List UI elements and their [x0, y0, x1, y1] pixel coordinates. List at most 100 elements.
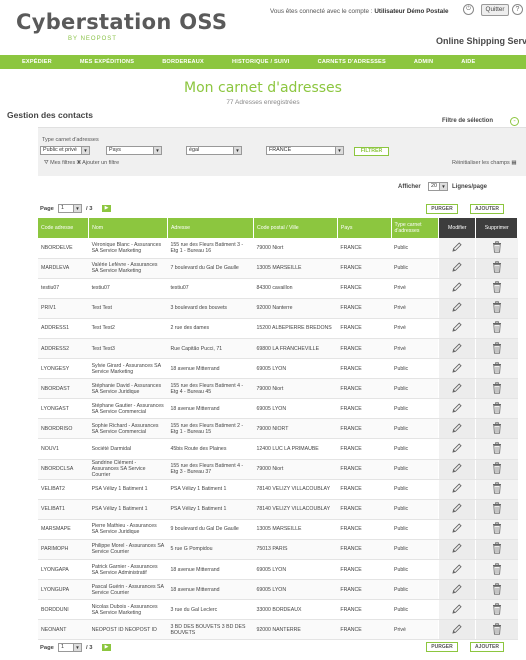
power-icon[interactable]: ⏻: [463, 4, 474, 15]
add-button-bottom[interactable]: AJOUTER: [470, 642, 504, 652]
purge-button-bottom[interactable]: PURGER: [426, 642, 458, 652]
next-page-icon[interactable]: ▶: [102, 644, 111, 651]
trash-icon[interactable]: [492, 321, 502, 334]
pencil-icon[interactable]: [451, 382, 463, 394]
trash-icon[interactable]: [492, 402, 502, 414]
table-row[interactable]: NBORDELVE Véronique Blanc - Assurances SA…: [38, 238, 518, 259]
quit-button[interactable]: Quitter: [481, 4, 509, 16]
table-row[interactable]: MARSMAPE Pierre Mathieu - Assurances SA S…: [38, 519, 518, 540]
pencil-icon[interactable]: [451, 422, 463, 434]
field-select[interactable]: Pays ▼: [106, 146, 162, 155]
pencil-icon[interactable]: [451, 583, 463, 595]
trash-icon[interactable]: [492, 562, 502, 575]
help-icon[interactable]: ?: [512, 4, 523, 15]
table-row[interactable]: ADDRESS1 Test Test2 2 rue des dames 15200 A…: [38, 318, 518, 339]
table-row[interactable]: testiu07 testiu07 testiu07 84300 cavaillon F…: [38, 278, 518, 299]
pencil-icon[interactable]: [451, 342, 463, 354]
col-header-code[interactable]: Code adresse: [38, 218, 90, 238]
cell-type: Public: [391, 519, 439, 540]
trash-icon[interactable]: [492, 301, 502, 313]
trash-icon[interactable]: [492, 582, 502, 595]
cell-code: VELIBAT1: [38, 499, 89, 520]
trash-icon[interactable]: [492, 482, 502, 494]
table-row[interactable]: LYONGAST Stéphane Gautier - Assurances SA…: [38, 398, 518, 420]
table-row[interactable]: LYONGUPA Pascal Guérin - Assurances SA Se…: [38, 579, 518, 601]
pencil-icon[interactable]: [451, 542, 463, 554]
delete-cell: [475, 298, 518, 319]
table-row[interactable]: MARDLEVA Valérie Lefèvre - Assurances SA …: [38, 258, 518, 279]
trash-icon[interactable]: [492, 522, 502, 534]
nav-admin[interactable]: ADMIN: [414, 59, 433, 65]
trash-icon[interactable]: [492, 462, 502, 474]
col-header-adresse[interactable]: Adresse: [167, 218, 254, 238]
logo[interactable]: Cyberstation OSS: [16, 10, 227, 34]
table-row[interactable]: NEONANT NEOPOST ID NEOPOST ID 3 BD DES BOU…: [38, 619, 518, 641]
trash-icon[interactable]: [492, 241, 502, 253]
reset-link[interactable]: Réinitialiser les champs ▦: [452, 160, 517, 166]
pencil-icon[interactable]: [451, 603, 463, 615]
table-row[interactable]: NBORDCLSA Sandrine Clément - Assurances S…: [38, 459, 518, 480]
operator-select[interactable]: égal ▼: [186, 146, 242, 155]
nav-bordereaux[interactable]: BORDEREAUX: [162, 59, 204, 65]
country-select[interactable]: FRANCE ▼: [266, 146, 344, 155]
cell-pays: FRANCE: [337, 418, 392, 440]
table-row[interactable]: VELIBAT2 PSA Vélizy 1 Batiment 1 PSA Véliz…: [38, 479, 518, 500]
pencil-icon[interactable]: [451, 522, 463, 534]
type-carnet-select[interactable]: Public et privé ▼: [40, 146, 90, 155]
trash-icon[interactable]: [492, 623, 502, 635]
trash-icon[interactable]: [492, 281, 502, 293]
table-row[interactable]: LYONGAPA Patrick Garnier - Assurances SA …: [38, 559, 518, 581]
nav-mes-expeditions[interactable]: MES EXPÉDITIONS: [80, 59, 134, 65]
trash-icon[interactable]: [492, 442, 502, 454]
table-row[interactable]: NBORDAST Stéphanie David - Assurances SA …: [38, 378, 518, 400]
table-row[interactable]: LYONGESY Sylvie Girard - Assurances SA Se…: [38, 358, 518, 380]
pencil-icon[interactable]: [451, 623, 463, 635]
edit-cell: [438, 599, 476, 621]
table-row[interactable]: PRIV1 Test Test 3 boulevard des bouvets 920…: [38, 298, 518, 319]
pencil-icon[interactable]: [451, 301, 463, 313]
trash-icon[interactable]: [492, 542, 502, 555]
pencil-icon[interactable]: [451, 482, 463, 494]
lines-per-page-select[interactable]: 20 ▼: [428, 182, 448, 191]
table-row[interactable]: PARIMOPH Philippe Morel - Assurances SA S…: [38, 539, 518, 561]
trash-icon[interactable]: [492, 603, 502, 615]
pencil-icon[interactable]: [451, 281, 463, 293]
add-button[interactable]: AJOUTER: [470, 204, 504, 214]
table-row[interactable]: ADDRESS2 Test Test3 Rue Capitão Pucci, 71 6…: [38, 338, 518, 360]
pencil-icon[interactable]: [451, 442, 463, 454]
trash-icon[interactable]: [492, 361, 502, 374]
table-row[interactable]: NOUV1 Société Darmidal 45bis Route des Pla…: [38, 438, 518, 460]
pencil-icon[interactable]: [451, 261, 463, 273]
filter-toggle-button[interactable]: -: [510, 117, 519, 126]
page-select-bottom[interactable]: 1 ▼: [58, 643, 82, 652]
pencil-icon[interactable]: [451, 402, 463, 414]
trash-icon[interactable]: [492, 502, 502, 514]
pencil-icon[interactable]: [451, 241, 463, 253]
table-row[interactable]: BORDDUNI Nicolas Dubois - Assurances SA S…: [38, 599, 518, 621]
nav-carnets[interactable]: CARNETS D'ADRESSES: [318, 59, 386, 65]
col-header-pays[interactable]: Pays: [337, 218, 392, 238]
nav-aide[interactable]: AIDE: [461, 59, 475, 65]
nav-expedier[interactable]: EXPÉDIER: [22, 59, 52, 65]
add-filter-link[interactable]: Ajouter un filtre: [82, 160, 119, 166]
col-header-type[interactable]: Type carnet d'adresses: [391, 218, 440, 238]
table-row[interactable]: NBORDRISO Sophie Richard - Assurances SA …: [38, 418, 518, 440]
col-header-nom[interactable]: Nom: [88, 218, 168, 238]
pencil-icon[interactable]: [451, 362, 463, 374]
col-header-cp[interactable]: Code postal / Ville: [253, 218, 338, 238]
my-filters-link[interactable]: Mes filtres: [50, 160, 75, 166]
nav-historique[interactable]: HISTORIQUE / SUIVI: [232, 59, 290, 65]
next-page-icon[interactable]: ▶: [102, 205, 111, 212]
pencil-icon[interactable]: [451, 321, 463, 333]
table-row[interactable]: VELIBAT1 PSA Vélizy 1 Batiment 1 PSA Véliz…: [38, 499, 518, 520]
page-select[interactable]: 1 ▼: [58, 204, 82, 213]
pencil-icon[interactable]: [451, 502, 463, 514]
trash-icon[interactable]: [492, 341, 502, 354]
pencil-icon[interactable]: [451, 462, 463, 474]
trash-icon[interactable]: [492, 422, 502, 434]
purge-button[interactable]: PURGER: [426, 204, 458, 214]
trash-icon[interactable]: [492, 382, 502, 394]
pencil-icon[interactable]: [451, 563, 463, 575]
trash-icon[interactable]: [492, 261, 502, 273]
filter-button[interactable]: FILTRER: [354, 147, 389, 156]
